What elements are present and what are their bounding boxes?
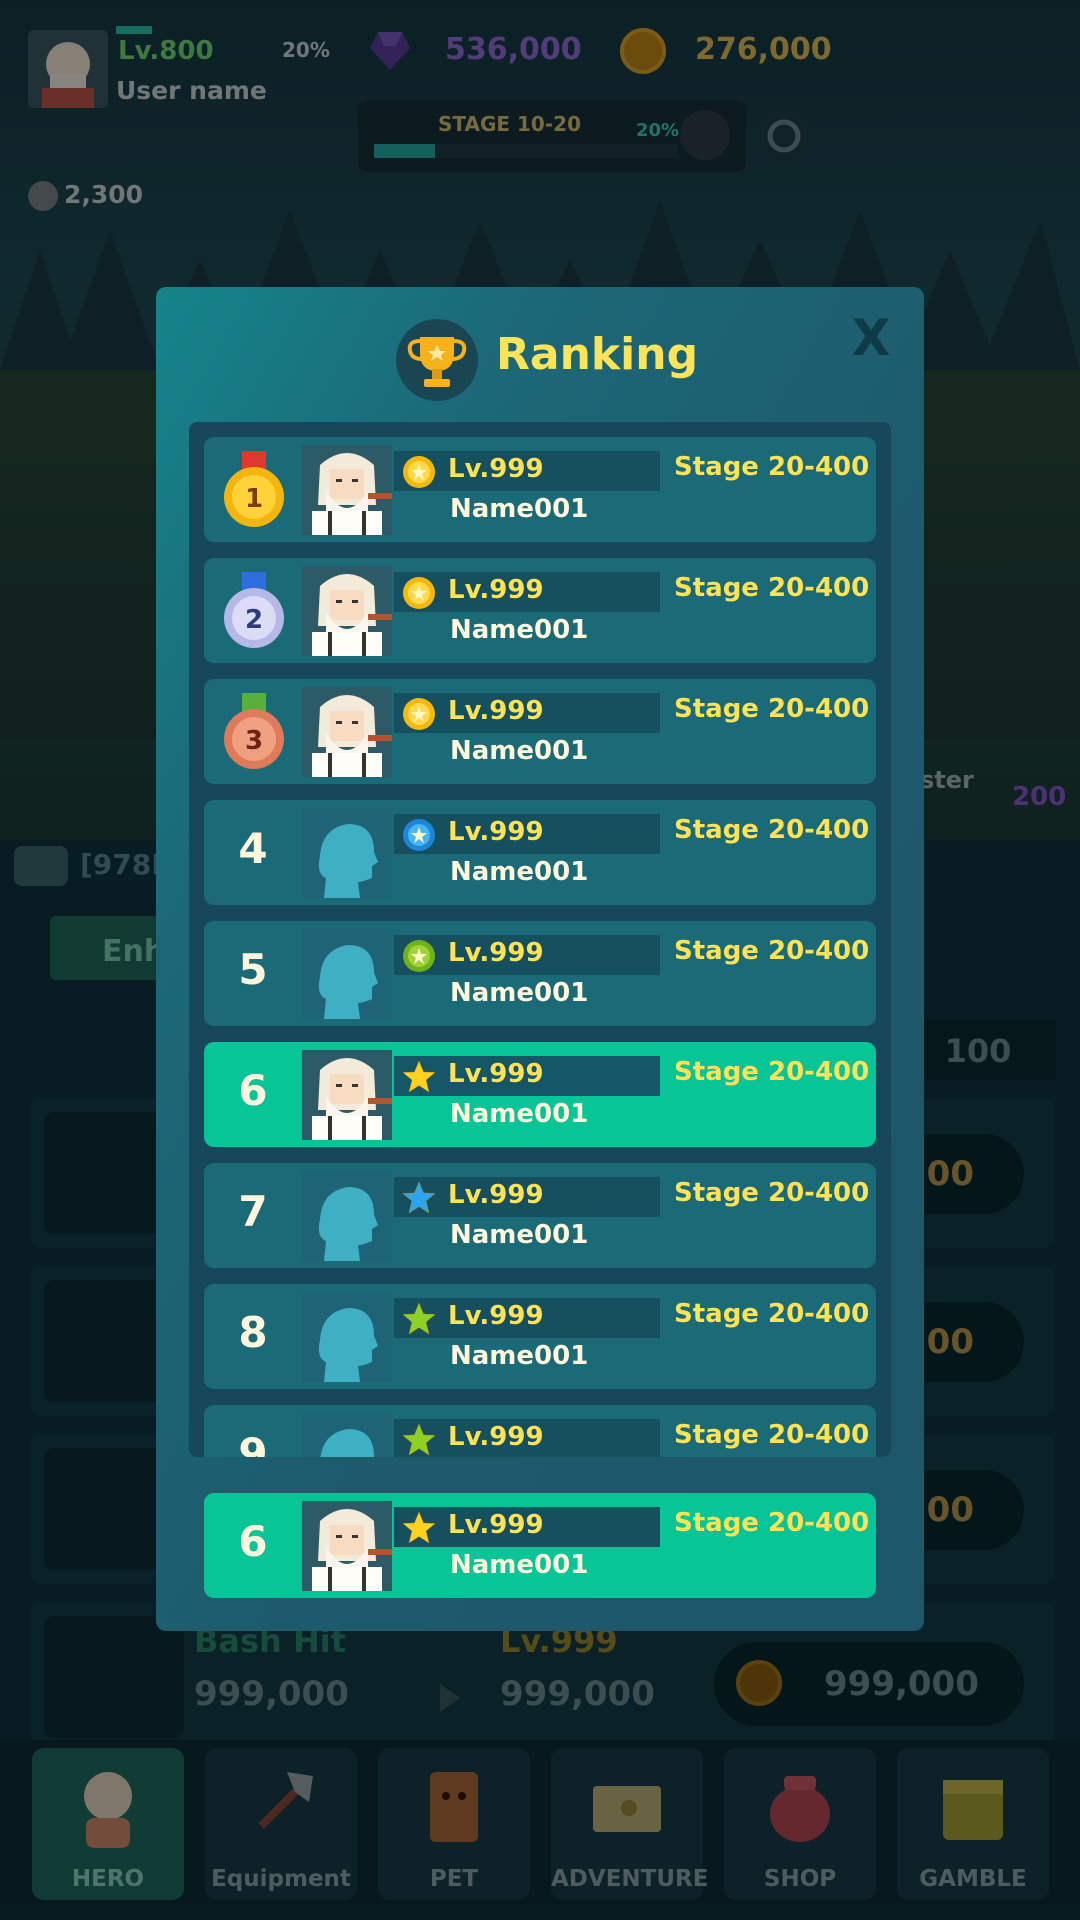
player-level: Lv.999 xyxy=(448,1180,544,1210)
svg-text:3: 3 xyxy=(245,726,263,756)
player-stage: Stage 20-400 xyxy=(674,1178,870,1208)
rank-number: 5 xyxy=(238,945,268,994)
my-rank-row: 6 Lv.999 Stage 20-400 Name001 xyxy=(204,1493,876,1598)
rank-row[interactable]: 4 Lv.999 Stage 20-400 Name001 xyxy=(204,800,876,905)
player-name: Name001 xyxy=(450,978,589,1008)
player-level: Lv.999 xyxy=(448,817,544,847)
player-name: Name001 xyxy=(450,1099,589,1129)
hero-avatar-icon xyxy=(302,445,392,535)
player-portrait xyxy=(302,808,392,898)
player-portrait xyxy=(302,1501,392,1591)
player-name: Name001 xyxy=(450,1341,589,1371)
rank-number: 8 xyxy=(238,1308,268,1357)
modal-header: Ranking X xyxy=(156,287,924,427)
hero-avatar-icon xyxy=(302,687,392,777)
player-level: Lv.999 xyxy=(448,1059,544,1089)
avatar-silhouette-icon xyxy=(302,1292,392,1382)
green-star-icon xyxy=(402,1423,436,1456)
player-stage: Stage 20-400 xyxy=(674,1057,870,1087)
player-level: Lv.999 xyxy=(448,1510,544,1540)
avatar-silhouette-icon xyxy=(302,1413,392,1457)
blue-star-icon xyxy=(402,1181,436,1214)
rank-row[interactable]: 6 Lv.999 Stage 20-400 Name001 xyxy=(204,1042,876,1147)
svg-text:2: 2 xyxy=(245,605,263,635)
avatar-silhouette-icon xyxy=(302,929,392,1019)
rank-row[interactable]: 9 Lv.999Stage 20-400Name001 xyxy=(204,1405,876,1457)
medal-gold-icon: 1 xyxy=(224,451,284,527)
player-portrait xyxy=(302,1413,392,1457)
player-level: Lv.999 xyxy=(448,575,544,605)
gold-coin-icon xyxy=(403,577,435,609)
player-stage: Stage 20-400 xyxy=(674,1420,870,1450)
player-portrait xyxy=(302,929,392,1019)
modal-title: Ranking xyxy=(496,329,699,380)
player-stage: Stage 20-400 xyxy=(674,815,870,845)
player-portrait xyxy=(302,445,392,535)
green-coin-icon xyxy=(403,940,435,972)
player-stage: Stage 20-400 xyxy=(674,1508,870,1538)
rank-number: 4 xyxy=(238,824,268,873)
hero-avatar-icon xyxy=(302,566,392,656)
player-portrait xyxy=(302,687,392,777)
player-portrait xyxy=(302,566,392,656)
medal-silver-icon: 2 xyxy=(224,572,284,648)
ranking-list[interactable]: 1 Lv.999 Stage 20-400 Name001 2 Lv.999 Stag… xyxy=(189,422,891,1457)
rank-row[interactable]: 8 Lv.999 Stage 20-400 Name001 xyxy=(204,1284,876,1389)
gold-coin-icon xyxy=(403,456,435,488)
player-portrait xyxy=(302,1171,392,1261)
rank-number: 7 xyxy=(238,1187,268,1236)
green-star-icon xyxy=(402,1302,436,1335)
gold-star-icon xyxy=(402,1060,436,1093)
player-name: Name001 xyxy=(450,1550,589,1580)
player-level: Lv.999 xyxy=(448,938,544,968)
hero-avatar-icon xyxy=(302,1050,392,1140)
player-level: Lv.999 xyxy=(448,696,544,726)
avatar-silhouette-icon xyxy=(302,1171,392,1261)
rank-number: 6 xyxy=(238,1517,268,1566)
rank-row[interactable]: 7 Lv.999 Stage 20-400 Name001 xyxy=(204,1163,876,1268)
rank-row[interactable]: 1 Lv.999 Stage 20-400 Name001 xyxy=(204,437,876,542)
player-level: Lv.999 xyxy=(448,454,544,484)
player-stage: Stage 20-400 xyxy=(674,1299,870,1329)
player-name: Name001 xyxy=(450,857,589,887)
player-portrait xyxy=(302,1292,392,1382)
hero-avatar-icon xyxy=(302,1501,392,1591)
gold-coin-icon xyxy=(403,698,435,730)
player-level: Lv.999 xyxy=(448,1422,544,1452)
svg-text:1: 1 xyxy=(245,484,263,514)
rank-number: 6 xyxy=(238,1066,268,1115)
player-name: Name001 xyxy=(450,736,589,766)
player-name: Name001 xyxy=(450,615,589,645)
avatar-silhouette-icon xyxy=(302,808,392,898)
player-name: Name001 xyxy=(450,1220,589,1250)
blue-coin-icon xyxy=(403,819,435,851)
player-name: Name001 xyxy=(450,494,589,524)
rank-row[interactable]: 5 Lv.999 Stage 20-400 Name001 xyxy=(204,921,876,1026)
medal-bronze-icon: 3 xyxy=(224,693,284,769)
player-stage: Stage 20-400 xyxy=(674,452,870,482)
close-button[interactable]: X xyxy=(846,313,896,363)
player-stage: Stage 20-400 xyxy=(674,936,870,966)
trophy-icon xyxy=(396,319,478,401)
player-level: Lv.999 xyxy=(448,1301,544,1331)
ranking-modal: Ranking X 1 Lv.999 Stage 20-400 Name001 2 … xyxy=(156,287,924,1631)
gold-star-icon xyxy=(402,1511,436,1544)
player-stage: Stage 20-400 xyxy=(674,694,870,724)
rank-number: 9 xyxy=(238,1429,268,1457)
rank-row[interactable]: 3 Lv.999 Stage 20-400 Name001 xyxy=(204,679,876,784)
rank-row[interactable]: 2 Lv.999 Stage 20-400 Name001 xyxy=(204,558,876,663)
player-stage: Stage 20-400 xyxy=(674,573,870,603)
player-portrait xyxy=(302,1050,392,1140)
